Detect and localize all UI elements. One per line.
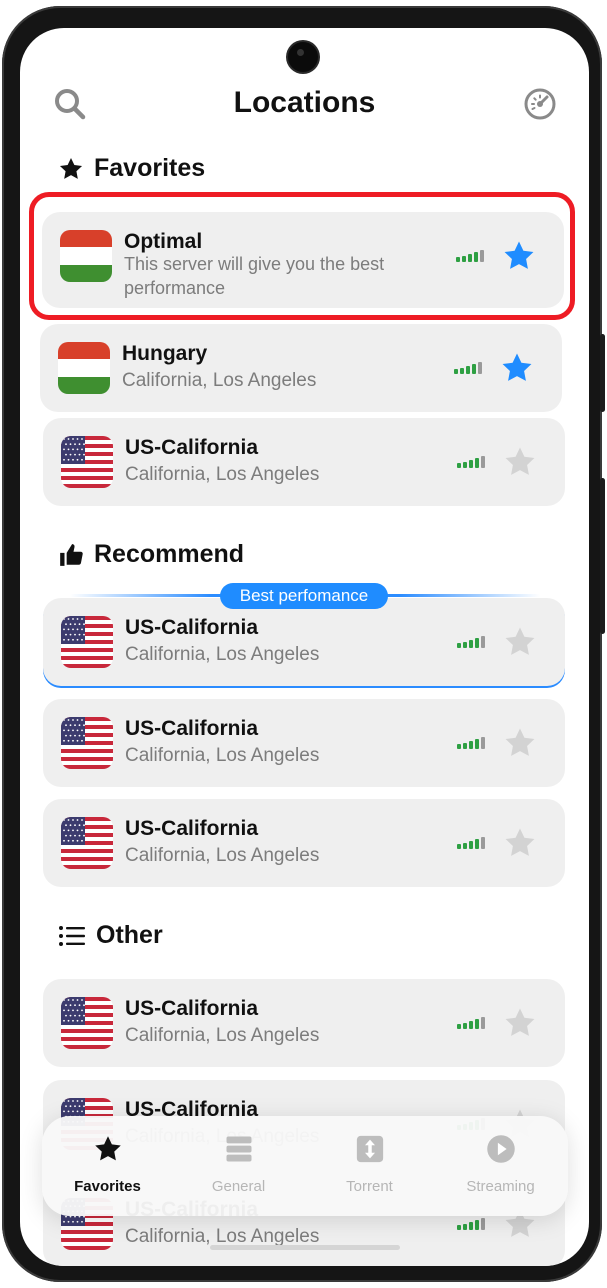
section-recommend-label: Recommend [94,540,245,568]
signal-strength-icon [454,362,482,374]
favorite-star-icon[interactable] [503,726,537,760]
server-stack-icon [226,1136,251,1162]
section-other-label: Other [96,921,163,949]
tab-general-label: General [211,1178,266,1195]
tab-torrent-label: Torrent [346,1178,393,1195]
usa-flag-icon [61,817,113,869]
signal-strength-icon [457,636,485,648]
favorite-star-icon[interactable] [503,625,537,659]
location-card[interactable]: US-California California, Los Angeles [43,418,565,506]
location-subtitle: California, Los Angeles [125,1025,320,1046]
usa-flag-icon [61,616,113,668]
favorite-star-icon[interactable] [503,445,537,479]
signal-strength-icon [457,837,485,849]
location-subtitle: California, Los Angeles [125,644,320,665]
star-icon [59,157,83,179]
section-favorites: Favorites [58,154,205,183]
location-subtitle: California, Los Angeles [125,745,320,766]
favorite-star-icon[interactable] [503,1006,537,1040]
location-card-hungary[interactable]: Hungary California, Los Angeles [40,324,562,412]
speed-test-button[interactable] [520,84,560,124]
location-subtitle: California, Los Angeles [125,845,320,866]
volume-button [600,478,605,634]
app-screen: Locations Favorites Optimal This server w… [20,28,589,1266]
star-icon [94,1136,121,1161]
home-indicator [210,1245,400,1250]
location-subtitle: California, Los Angeles [122,370,317,391]
best-performance-badge: Best perfomance [220,583,388,609]
usa-flag-icon [61,997,113,1049]
favorite-star-icon-filled[interactable] [500,351,534,385]
signal-strength-icon [457,737,485,749]
tab-favorites[interactable]: Favorites [42,1116,173,1216]
selected-highlight-frame [29,192,575,320]
phone-frame: Locations Favorites Optimal This server w… [2,6,605,1282]
front-camera [288,42,318,72]
bottom-tab-bar: Favorites General Torrent Streaming [42,1116,568,1216]
tab-general[interactable]: General [173,1116,304,1216]
tab-streaming-label: Streaming [466,1178,535,1195]
favorite-star-icon[interactable] [503,826,537,860]
list-icon [59,925,85,946]
tab-torrent[interactable]: Torrent [304,1116,435,1216]
location-subtitle: California, Los Angeles [125,464,320,485]
section-other: Other [58,921,163,950]
location-name: US-California [125,616,259,639]
location-card[interactable]: US-California California, Los Angeles [43,979,565,1067]
hungary-flag-icon [58,342,110,394]
location-name: US-California [125,997,259,1020]
location-name: US-California [125,717,259,740]
section-favorites-label: Favorites [94,154,206,182]
location-card[interactable]: US-California California, Los Angeles [43,799,565,887]
tab-favorites-label: Favorites [74,1178,141,1195]
usa-flag-icon [61,436,113,488]
play-icon [486,1135,515,1163]
location-name: US-California [125,436,259,459]
signal-strength-icon [457,1218,485,1230]
tab-streaming[interactable]: Streaming [435,1116,566,1216]
usa-flag-icon [61,717,113,769]
location-card-recommended[interactable]: US-California California, Los Angeles [43,598,565,686]
location-name: Hungary [122,342,208,365]
torrent-icon [356,1135,383,1163]
speedometer-icon [524,88,556,120]
power-button [600,334,605,412]
signal-strength-icon [457,1017,485,1029]
section-recommend: Recommend [58,540,244,569]
thumbs-up-icon [60,543,83,566]
location-name: US-California [125,817,259,840]
signal-strength-icon [457,456,485,468]
location-card[interactable]: US-California California, Los Angeles [43,699,565,787]
page-title: Locations [233,86,376,119]
